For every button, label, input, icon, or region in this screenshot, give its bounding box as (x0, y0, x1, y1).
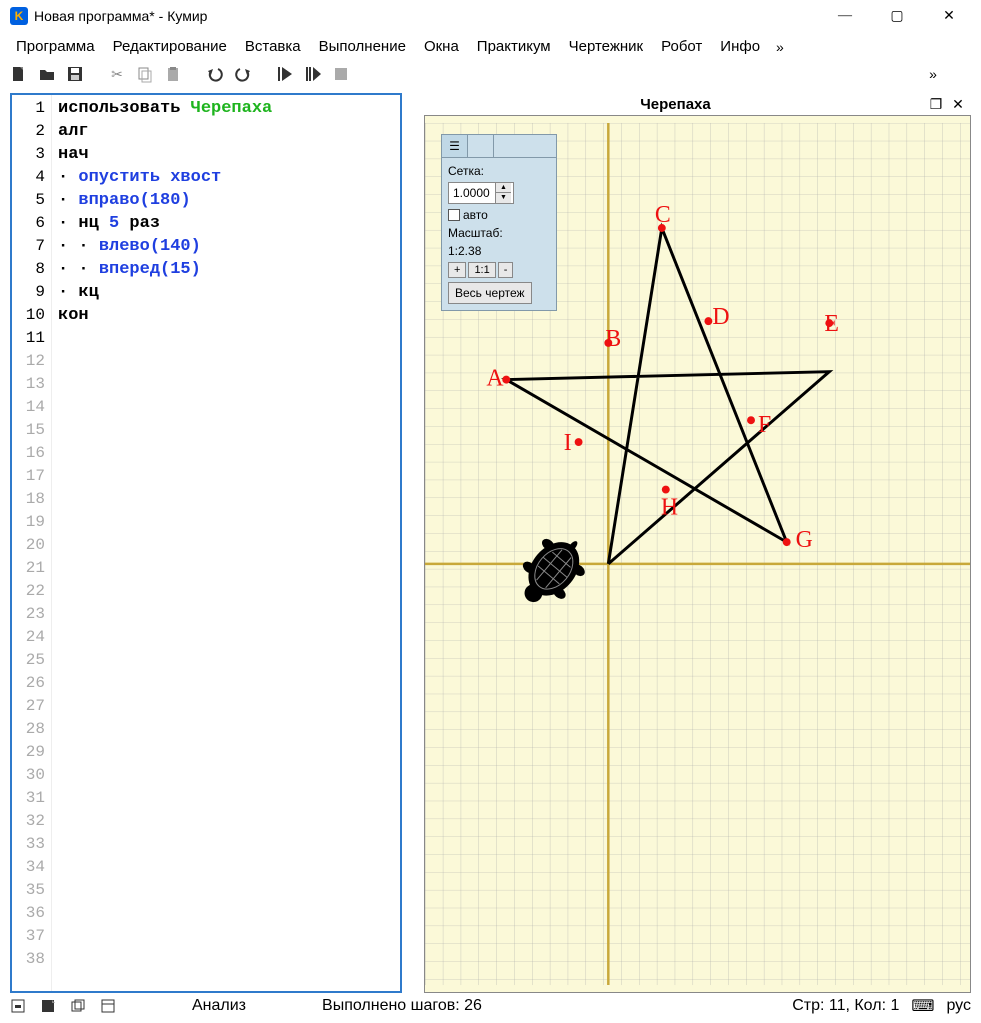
maximize-button[interactable]: ▢ (883, 6, 911, 26)
code-area[interactable]: использовать Черепахаалгнач· опустить хв… (52, 95, 400, 991)
menu-windows[interactable]: Окна (416, 34, 467, 59)
zoom-in-button[interactable]: + (448, 262, 466, 278)
paste-icon[interactable] (162, 63, 184, 85)
statusbar: Анализ Выполнено шагов: 26 Стр: 11, Кол:… (0, 993, 981, 1019)
point-label-a: A (486, 366, 503, 392)
menu-run[interactable]: Выполнение (311, 34, 414, 59)
close-button[interactable]: ✕ (935, 6, 963, 26)
window-title: Новая программа* - Кумир (34, 8, 831, 24)
turtle-canvas[interactable]: A B C D E F G H I (424, 115, 971, 993)
step-icon[interactable] (302, 63, 324, 85)
auto-label: авто (463, 208, 488, 222)
point-label-d: D (712, 304, 729, 330)
turtle-title: Черепаха (428, 96, 923, 113)
grid-spinner[interactable]: ▲▼ (448, 182, 514, 204)
copy-icon[interactable] (134, 63, 156, 85)
menu-insert[interactable]: Вставка (237, 34, 309, 59)
status-lang: рус (946, 997, 971, 1015)
point-label-g: G (796, 527, 813, 553)
scale-value: 1:2.38 (448, 244, 481, 258)
line-gutter: 1234567891011121314151617181920212223242… (12, 95, 52, 991)
status-steps: Выполнено шагов: 26 (322, 997, 482, 1015)
undo-icon[interactable] (204, 63, 226, 85)
status-analysis: Анализ (192, 997, 246, 1015)
menu-program[interactable]: Программа (8, 34, 103, 59)
menu-overflow[interactable]: » (770, 35, 790, 59)
turtle-control-panel: ☰ Сетка: ▲▼ авто Масштаб: (441, 134, 557, 311)
point-label-f: F (758, 412, 771, 438)
spinner-up-icon[interactable]: ▲ (496, 183, 511, 193)
menu-edit[interactable]: Редактирование (105, 34, 235, 59)
menu-practicum[interactable]: Практикум (469, 34, 559, 59)
point-label-h: H (661, 494, 678, 520)
restore-icon[interactable]: ❐ (927, 95, 945, 113)
scale-label: Масштаб: (448, 226, 503, 240)
menu-drafter[interactable]: Чертежник (561, 34, 652, 59)
point-label-e: E (824, 311, 839, 337)
cut-icon[interactable]: ✂ (106, 63, 128, 85)
status-icon-3[interactable] (70, 998, 86, 1014)
point-label-i: I (564, 430, 572, 456)
status-cursor: Стр: 11, Кол: 1 (792, 997, 899, 1015)
menu-info[interactable]: Инфо (712, 34, 768, 59)
spinner-down-icon[interactable]: ▼ (496, 193, 511, 203)
code-editor[interactable]: 1234567891011121314151617181920212223242… (10, 93, 402, 993)
panel-tab-blank[interactable] (468, 135, 494, 157)
panel-tab-menu-icon[interactable]: ☰ (442, 135, 468, 157)
run-icon[interactable] (274, 63, 296, 85)
menubar: Программа Редактирование Вставка Выполне… (0, 32, 981, 61)
zoom-out-button[interactable]: - (498, 262, 514, 278)
point-label-b: B (605, 326, 621, 352)
fit-drawing-button[interactable]: Весь чертеж (448, 282, 532, 304)
auto-checkbox[interactable]: авто (448, 208, 550, 222)
open-file-icon[interactable] (36, 63, 58, 85)
app-logo: K (10, 7, 28, 25)
titlebar: K Новая программа* - Кумир — ▢ ✕ (0, 0, 981, 32)
grid-label: Сетка: (448, 164, 484, 178)
checkbox-icon[interactable] (448, 209, 460, 221)
menu-robot[interactable]: Робот (653, 34, 710, 59)
status-icon-1[interactable] (10, 998, 26, 1014)
save-file-icon[interactable] (64, 63, 86, 85)
zoom-reset-button[interactable]: 1:1 (468, 262, 495, 278)
keyboard-icon[interactable]: ⌨ (911, 996, 934, 1016)
redo-icon[interactable] (232, 63, 254, 85)
stop-icon[interactable] (330, 63, 352, 85)
toolbar: ✂ » (0, 61, 981, 93)
toolbar-overflow[interactable]: » (923, 66, 943, 82)
point-label-c: C (655, 202, 671, 228)
status-icon-2[interactable] (40, 998, 56, 1014)
new-file-icon[interactable] (8, 63, 30, 85)
turtle-pane: Черепаха ❐ ✕ (424, 93, 971, 993)
grid-value-input[interactable] (449, 186, 495, 200)
minimize-button[interactable]: — (831, 6, 859, 26)
status-icon-4[interactable] (100, 998, 116, 1014)
close-turtle-icon[interactable]: ✕ (949, 95, 967, 113)
